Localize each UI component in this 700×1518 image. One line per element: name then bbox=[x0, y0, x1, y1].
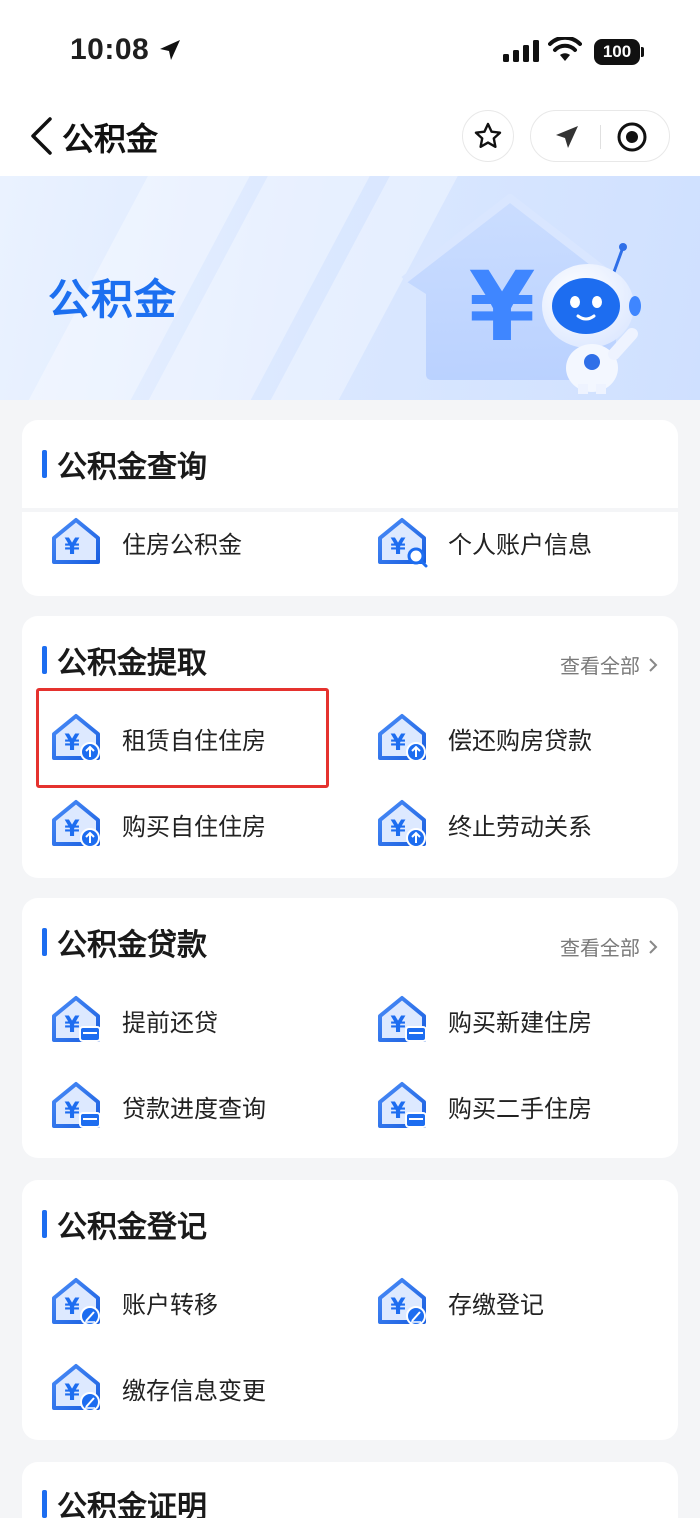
see-all-link[interactable]: 查看全部 bbox=[560, 650, 658, 679]
section-accent-bar bbox=[42, 928, 47, 956]
see-all-label: 查看全部 bbox=[560, 936, 640, 960]
section-accent-bar bbox=[42, 1490, 47, 1518]
service-item-account-info[interactable]: 个人账户信息 bbox=[376, 514, 592, 570]
service-item-label: 购买二手住房 bbox=[448, 1094, 592, 1123]
loan-section-card: 公积金贷款 查看全部 提前还贷 购买新建住房 贷款进度查询 购买二手住房 bbox=[22, 898, 678, 1158]
back-chevron-icon[interactable] bbox=[28, 116, 54, 156]
highlight-annotation-box bbox=[36, 688, 329, 788]
house-yen-icon bbox=[52, 518, 100, 564]
service-item-label: 终止劳动关系 bbox=[448, 812, 592, 841]
house-robot-illustration: ¥ bbox=[401, 194, 641, 394]
service-item-repay-loan[interactable]: 偿还购房贷款 bbox=[376, 710, 592, 766]
battery-indicator: 100 bbox=[594, 39, 640, 65]
service-item-terminate-labor[interactable]: 终止劳动关系 bbox=[376, 796, 592, 852]
card-split-line bbox=[22, 508, 678, 512]
service-item-label: 存缴登记 bbox=[448, 1290, 544, 1319]
close-target-icon[interactable] bbox=[615, 120, 649, 154]
hero-banner: 公积金 ¥ bbox=[0, 176, 700, 400]
house-yen-card-icon bbox=[52, 1082, 101, 1128]
capsule-divider bbox=[600, 125, 601, 149]
house-yen-card-icon bbox=[378, 996, 427, 1042]
service-item-label: 个人账户信息 bbox=[448, 530, 592, 559]
service-item-deposit-info-change[interactable]: 缴存信息变更 bbox=[50, 1360, 266, 1416]
section-title: 公积金贷款 bbox=[57, 928, 207, 963]
chevron-right-icon bbox=[649, 657, 658, 672]
certificate-section-card: 公积金证明 bbox=[22, 1462, 678, 1518]
service-item-loan-progress[interactable]: 贷款进度查询 bbox=[50, 1078, 266, 1134]
service-item-label: 账户转移 bbox=[122, 1290, 218, 1319]
banner-title: 公积金 bbox=[48, 275, 178, 324]
house-yen-up-icon bbox=[52, 800, 100, 848]
service-item-label: 住房公积金 bbox=[122, 530, 242, 559]
section-title: 公积金提取 bbox=[57, 646, 207, 681]
status-bar: 10:08 100 bbox=[0, 0, 700, 100]
section-accent-bar bbox=[42, 646, 47, 674]
register-section-card: 公积金登记 账户转移 存缴登记 缴存信息变更 bbox=[22, 1180, 678, 1440]
chevron-right-icon bbox=[649, 939, 658, 954]
section-title: 公积金登记 bbox=[57, 1210, 207, 1245]
favorite-button[interactable] bbox=[462, 110, 514, 162]
service-item-housing-fund[interactable]: 住房公积金 bbox=[50, 514, 242, 570]
section-title: 公积金查询 bbox=[57, 450, 207, 485]
house-yen-up-icon bbox=[378, 714, 426, 762]
house-yen-edit-icon bbox=[378, 1278, 426, 1326]
page-title: 公积金 bbox=[62, 120, 159, 158]
service-item-label: 缴存信息变更 bbox=[122, 1376, 266, 1405]
see-all-link[interactable]: 查看全部 bbox=[560, 932, 658, 961]
house-yen-card-icon bbox=[378, 1082, 427, 1128]
see-all-label: 查看全部 bbox=[560, 654, 640, 678]
service-item-label: 贷款进度查询 bbox=[122, 1094, 266, 1123]
service-item-early-repayment[interactable]: 提前还贷 bbox=[50, 992, 218, 1048]
house-yen-card-icon bbox=[52, 996, 101, 1042]
house-yen-search-icon bbox=[378, 518, 428, 568]
house-yen-up-icon bbox=[378, 800, 426, 848]
cellular-signal-icon bbox=[503, 40, 539, 62]
section-accent-bar bbox=[42, 1210, 47, 1238]
status-time: 10:08 bbox=[70, 33, 150, 66]
star-icon bbox=[474, 122, 502, 148]
service-item-deposit-registration[interactable]: 存缴登记 bbox=[376, 1274, 544, 1330]
service-item-buy-second-hand[interactable]: 购买二手住房 bbox=[376, 1078, 592, 1134]
service-item-label: 购买新建住房 bbox=[448, 1008, 592, 1037]
service-item-label: 提前还贷 bbox=[122, 1008, 218, 1037]
navigation-bar: 公积金 bbox=[0, 100, 700, 176]
battery-tip bbox=[641, 47, 644, 57]
wifi-icon bbox=[548, 37, 582, 61]
service-item-account-transfer[interactable]: 账户转移 bbox=[50, 1274, 218, 1330]
house-yen-edit-icon bbox=[52, 1364, 100, 1412]
mini-program-capsule bbox=[530, 110, 670, 162]
section-accent-bar bbox=[42, 450, 47, 478]
house-yen-edit-icon bbox=[52, 1278, 100, 1326]
share-arrow-icon[interactable] bbox=[553, 123, 581, 151]
service-item-label: 购买自住住房 bbox=[122, 812, 266, 841]
svg-text:¥: ¥ bbox=[469, 251, 536, 363]
section-title: 公积金证明 bbox=[57, 1490, 207, 1518]
service-item-buy-housing[interactable]: 购买自住住房 bbox=[50, 796, 266, 852]
service-item-buy-new-housing[interactable]: 购买新建住房 bbox=[376, 992, 592, 1048]
location-arrow-icon bbox=[160, 40, 180, 60]
service-item-label: 偿还购房贷款 bbox=[448, 726, 592, 755]
